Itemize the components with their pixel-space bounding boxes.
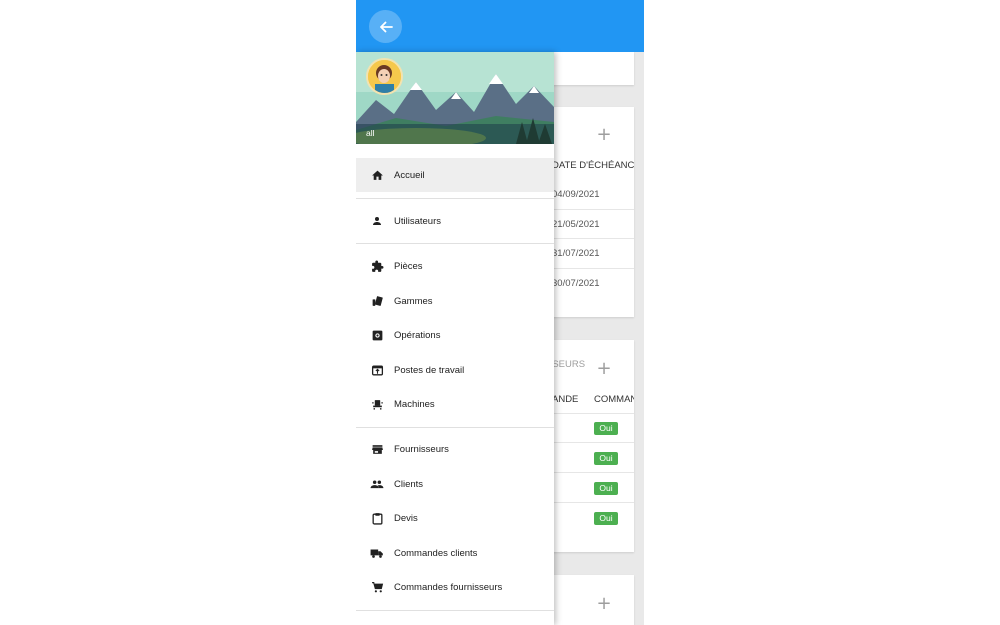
menu-item-pieces[interactable]: Pièces xyxy=(356,249,554,283)
avatar[interactable] xyxy=(366,58,403,95)
app-screen: + DATE D'ÉCHÉANCE 04/09/2021 21/05/2021 … xyxy=(356,0,644,625)
column-header-ordered: COMMAN xyxy=(594,394,634,405)
menu-label: Utilisateurs xyxy=(394,215,441,227)
drawer-header: all xyxy=(356,52,554,144)
menu-divider xyxy=(356,243,554,244)
cards-icon xyxy=(370,294,384,308)
column-header-due-date: DATE D'ÉCHÉANCE xyxy=(552,160,634,171)
add-button[interactable]: + xyxy=(596,595,612,613)
menu-label: Machines xyxy=(394,398,435,410)
menu-divider xyxy=(356,427,554,428)
puzzle-icon xyxy=(370,259,384,273)
menu-item-operations[interactable]: Opérations xyxy=(356,318,554,352)
menu-item-machines[interactable]: Machines xyxy=(356,387,554,421)
add-button[interactable]: + xyxy=(596,360,612,378)
row-divider xyxy=(546,413,634,414)
status-badge: Oui xyxy=(594,422,618,435)
truck-icon xyxy=(370,546,384,560)
menu-divider xyxy=(356,610,554,611)
people-icon xyxy=(370,477,384,491)
menu-label: Opérations xyxy=(394,329,441,341)
person-icon xyxy=(370,214,384,228)
navigation-drawer: all Accueil Utilisateurs Pièces Gammes O… xyxy=(356,52,554,625)
row-divider xyxy=(546,502,634,503)
menu-label: Commandes clients xyxy=(394,547,478,559)
row-divider xyxy=(546,209,634,210)
column-header-order: ANDE xyxy=(552,394,579,405)
status-badge: Oui xyxy=(594,512,618,525)
table-cell-date: 30/07/2021 xyxy=(552,278,600,289)
menu-item-commandes-clients[interactable]: Commandes clients xyxy=(356,536,554,570)
row-divider xyxy=(546,472,634,473)
menu-label: Fournisseurs xyxy=(394,443,449,455)
menu-divider xyxy=(356,198,554,199)
user-avatar-image xyxy=(368,60,401,93)
menu-item-clients[interactable]: Clients xyxy=(356,467,554,501)
row-divider xyxy=(546,268,634,269)
menu-label: Pièces xyxy=(394,260,423,272)
row-divider xyxy=(546,238,634,239)
table-cell-date: 31/07/2021 xyxy=(552,248,600,259)
menu-label: Gammes xyxy=(394,295,433,307)
username: all xyxy=(366,128,375,138)
workstation-icon xyxy=(370,363,384,377)
menu-item-gammes[interactable]: Gammes xyxy=(356,284,554,318)
machine-icon xyxy=(370,397,384,411)
app-bar xyxy=(356,0,644,52)
menu-label: Accueil xyxy=(394,169,425,181)
menu-item-accueil[interactable]: Accueil xyxy=(356,158,554,192)
menu-item-devis[interactable]: Devis xyxy=(356,501,554,535)
status-badge: Oui xyxy=(594,482,618,495)
menu-label: Clients xyxy=(394,478,424,490)
menu-item-postes-de-travail[interactable]: Postes de travail xyxy=(356,353,554,387)
settings-box-icon xyxy=(370,328,384,342)
menu-label: Devis xyxy=(394,512,418,524)
clipboard-icon xyxy=(370,511,384,525)
row-divider xyxy=(546,442,634,443)
store-icon xyxy=(370,442,384,456)
cart-icon xyxy=(370,580,384,594)
menu-item-fournisseurs[interactable]: Fournisseurs xyxy=(356,432,554,466)
status-badge: Oui xyxy=(594,452,618,465)
menu-item-commandes-fournisseurs[interactable]: Commandes fournisseurs xyxy=(356,570,554,604)
back-button[interactable] xyxy=(369,10,402,43)
arrow-left-icon xyxy=(379,21,393,32)
menu-item-utilisateurs[interactable]: Utilisateurs xyxy=(356,204,554,238)
table-cell-date: 04/09/2021 xyxy=(552,189,600,200)
menu-label: Commandes fournisseurs xyxy=(394,581,503,593)
home-icon xyxy=(370,168,384,182)
add-button[interactable]: + xyxy=(596,126,612,144)
table-cell-date: 21/05/2021 xyxy=(552,219,600,230)
menu-label: Postes de travail xyxy=(394,364,465,376)
